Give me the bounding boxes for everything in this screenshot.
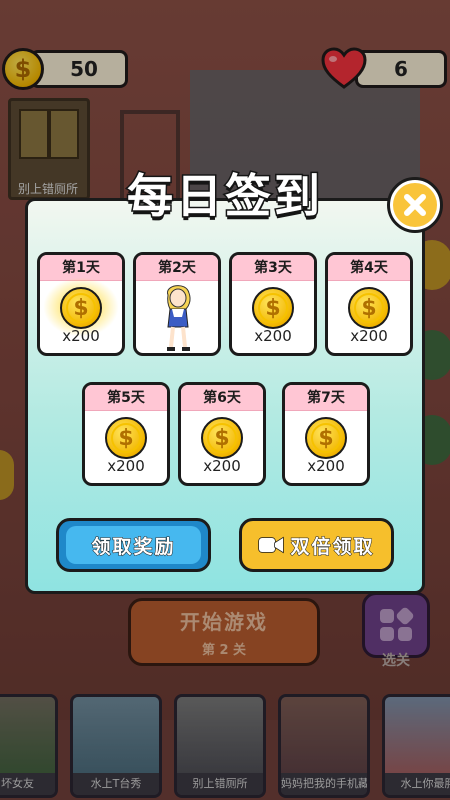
day-label: 第2天 bbox=[136, 255, 218, 281]
reward-amount: x200 bbox=[350, 327, 388, 345]
coin-icon: $ bbox=[252, 287, 294, 329]
reward-amount: x200 bbox=[307, 457, 345, 475]
coin-icon: $ bbox=[348, 287, 390, 329]
coin-icon: $ bbox=[105, 417, 147, 459]
day-2-card[interactable]: 第2天 bbox=[133, 252, 221, 356]
day-label: 第3天 bbox=[232, 255, 314, 281]
double-claim-label: 双倍领取 bbox=[290, 535, 375, 558]
dialog-title: 每日签到 bbox=[126, 168, 323, 225]
close-button[interactable] bbox=[387, 177, 443, 233]
claim-reward-button[interactable]: 领取奖励 bbox=[56, 518, 211, 572]
coin-icon: $ bbox=[305, 417, 347, 459]
coin-icon: $ bbox=[60, 287, 102, 329]
day-label: 第5天 bbox=[85, 385, 167, 411]
day-6-card[interactable]: 第6天 $ x200 bbox=[178, 382, 266, 486]
close-icon bbox=[404, 194, 426, 216]
double-claim-button[interactable]: 双倍领取 bbox=[239, 518, 394, 572]
day-7-card[interactable]: 第7天 $ x200 bbox=[282, 382, 370, 486]
reward-amount: x200 bbox=[254, 327, 292, 345]
day-1-card[interactable]: 第1天 $ x200 bbox=[37, 252, 125, 356]
reward-amount: x200 bbox=[62, 327, 100, 345]
day-label: 第4天 bbox=[328, 255, 410, 281]
character-reward-icon bbox=[167, 285, 191, 351]
day-label: 第7天 bbox=[285, 385, 367, 411]
day-4-card[interactable]: 第4天 $ x200 bbox=[325, 252, 413, 356]
coin-icon: $ bbox=[201, 417, 243, 459]
reward-amount: x200 bbox=[107, 457, 145, 475]
day-label: 第6天 bbox=[181, 385, 263, 411]
claim-reward-label: 领取奖励 bbox=[66, 526, 201, 564]
reward-amount: x200 bbox=[203, 457, 241, 475]
day-5-card[interactable]: 第5天 $ x200 bbox=[82, 382, 170, 486]
video-camera-icon bbox=[258, 536, 285, 554]
day-3-card[interactable]: 第3天 $ x200 bbox=[229, 252, 317, 356]
